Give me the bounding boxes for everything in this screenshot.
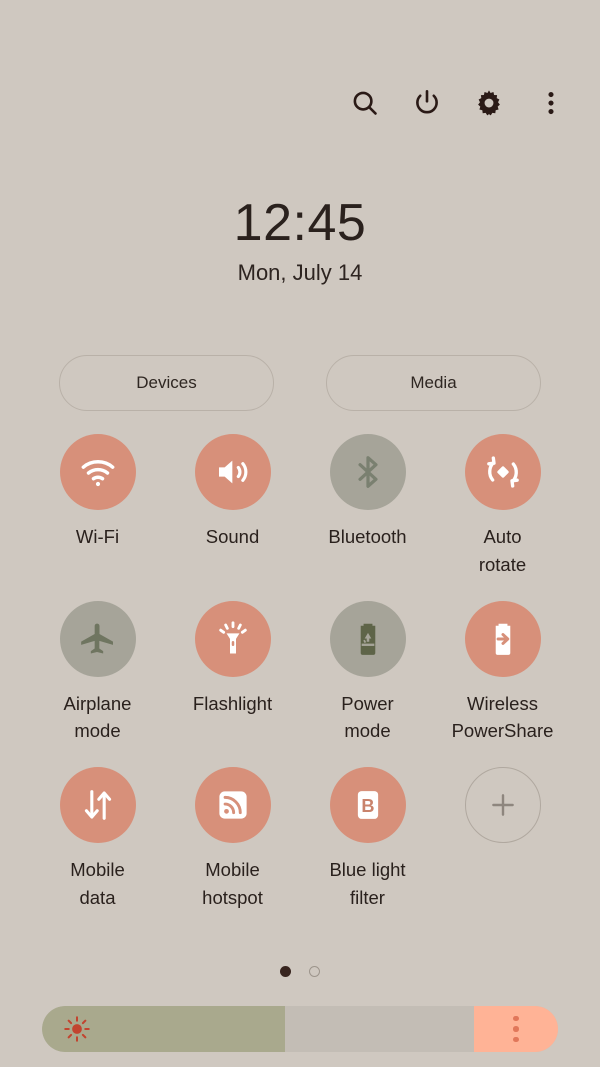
tile-airplane-mode[interactable]: Airplane mode bbox=[30, 600, 165, 746]
quick-settings-grid: Wi-Fi Sound Bluetooth Auto rotate Airpla… bbox=[30, 434, 570, 912]
tile-mobile-data-toggle[interactable] bbox=[59, 767, 136, 843]
tile-mobile-hotspot-toggle[interactable] bbox=[194, 767, 271, 843]
tile-mobile-hotspot[interactable]: Mobile hotspot bbox=[165, 767, 300, 912]
tile-flashlight[interactable]: Flashlight bbox=[165, 600, 300, 746]
tile-sound-toggle[interactable] bbox=[194, 434, 271, 510]
settings-button[interactable] bbox=[472, 86, 506, 120]
tile-bluetooth[interactable]: Bluetooth bbox=[300, 434, 435, 579]
plus-icon bbox=[486, 788, 520, 822]
tile-blue-light-filter-label: Blue light filter bbox=[329, 859, 406, 908]
tile-airplane-mode-toggle[interactable] bbox=[59, 600, 136, 677]
tile-bluetooth-toggle[interactable] bbox=[329, 434, 406, 510]
tile-wifi-toggle[interactable] bbox=[59, 434, 136, 510]
brightness-sun-icon bbox=[62, 1014, 92, 1044]
media-button[interactable]: Media bbox=[326, 355, 541, 411]
hotspot-icon bbox=[214, 786, 252, 824]
wifi-icon bbox=[78, 452, 118, 492]
bluetooth-icon bbox=[349, 453, 387, 491]
clock-date: Mon, July 14 bbox=[237, 259, 363, 285]
media-label: Media bbox=[410, 373, 457, 392]
tile-power-mode-toggle[interactable] bbox=[329, 600, 406, 677]
search-button[interactable] bbox=[348, 86, 382, 120]
page-dot-2[interactable] bbox=[309, 966, 320, 977]
flashlight-icon bbox=[213, 619, 253, 659]
page-indicator bbox=[0, 966, 600, 977]
tile-bluetooth-label: Bluetooth bbox=[328, 526, 407, 547]
tile-blue-light-filter-toggle[interactable]: B bbox=[329, 767, 406, 843]
power-button[interactable] bbox=[410, 86, 444, 120]
add-tile-toggle[interactable] bbox=[464, 767, 541, 843]
page-dot-1[interactable] bbox=[280, 966, 291, 977]
brightness-slider[interactable] bbox=[42, 1006, 558, 1052]
tile-sound[interactable]: Sound bbox=[165, 434, 300, 579]
tile-power-mode-label: Power mode bbox=[341, 692, 394, 742]
tile-wireless-powershare-label: Wireless PowerShare bbox=[451, 692, 554, 742]
tile-wifi[interactable]: Wi-Fi bbox=[30, 434, 165, 579]
tile-auto-rotate-label: Auto rotate bbox=[478, 526, 527, 575]
tile-wireless-powershare[interactable]: Wireless PowerShare bbox=[435, 600, 570, 746]
auto-rotate-icon bbox=[483, 452, 523, 492]
tile-wifi-label: Wi-Fi bbox=[75, 526, 120, 547]
mobile-data-icon bbox=[79, 786, 117, 824]
tile-auto-rotate-toggle[interactable] bbox=[464, 434, 541, 510]
clock-time: 12:45 bbox=[233, 194, 367, 252]
quick-settings-header bbox=[348, 86, 568, 120]
tile-power-mode[interactable]: Power mode bbox=[300, 600, 435, 746]
tile-mobile-data-label: Mobile data bbox=[70, 859, 125, 908]
tile-auto-rotate[interactable]: Auto rotate bbox=[435, 434, 570, 579]
tile-blue-light-filter[interactable]: B Blue light filter bbox=[300, 767, 435, 912]
brightness-options-icon bbox=[513, 1015, 519, 1043]
tile-wireless-powershare-toggle[interactable] bbox=[464, 600, 541, 677]
tile-mobile-hotspot-label: Mobile hotspot bbox=[202, 859, 263, 908]
tile-mobile-data[interactable]: Mobile data bbox=[30, 767, 165, 912]
tile-add-button[interactable] bbox=[435, 767, 570, 912]
blue-light-filter-icon: B bbox=[349, 786, 387, 824]
devices-label: Devices bbox=[136, 373, 197, 392]
tile-flashlight-toggle[interactable] bbox=[194, 600, 271, 677]
clock-widget[interactable]: 12:45 Mon, July 14 bbox=[0, 196, 600, 286]
gear-icon bbox=[474, 88, 504, 118]
overflow-menu-button[interactable] bbox=[534, 86, 568, 120]
shortcut-pill-row: Devices Media bbox=[0, 355, 600, 411]
devices-button[interactable]: Devices bbox=[59, 355, 274, 411]
power-icon bbox=[412, 88, 442, 118]
overflow-menu-icon bbox=[536, 88, 566, 118]
tile-sound-label: Sound bbox=[205, 526, 260, 547]
tile-airplane-mode-label: Airplane mode bbox=[63, 692, 132, 742]
power-share-icon bbox=[484, 620, 522, 658]
volume-icon bbox=[213, 452, 253, 492]
search-icon bbox=[350, 88, 380, 118]
brightness-options-button[interactable] bbox=[474, 1006, 558, 1052]
svg-text:B: B bbox=[361, 796, 374, 816]
power-mode-icon bbox=[349, 620, 387, 658]
airplane-icon bbox=[78, 619, 118, 659]
tile-flashlight-label: Flashlight bbox=[192, 692, 273, 714]
